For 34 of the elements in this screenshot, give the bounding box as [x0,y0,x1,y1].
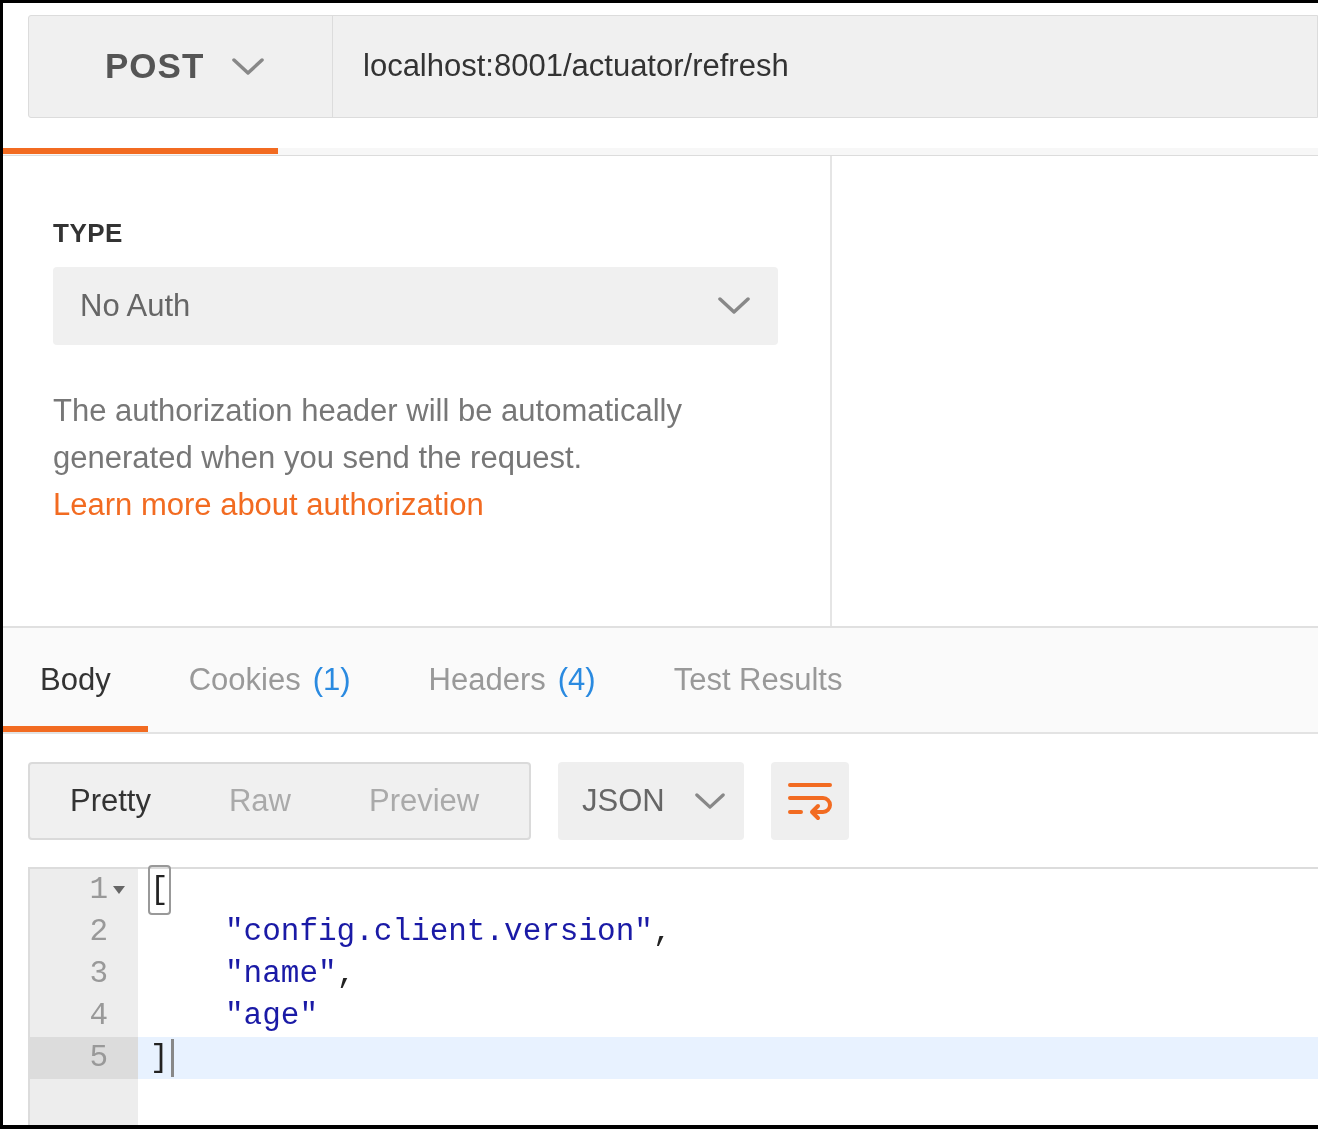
line-number: 1 [89,870,108,909]
fold-arrow-icon[interactable] [113,886,125,894]
bracket-token: , [336,954,356,993]
text-cursor [170,1039,174,1077]
line-number: 3 [89,954,108,993]
line-number: 4 [89,996,108,1035]
type-label: TYPE [53,217,124,250]
response-tab[interactable]: Test Results [636,628,880,732]
auth-type-dropdown[interactable]: No Auth [53,267,778,345]
view-mode-option[interactable]: Pretty [70,777,151,825]
response-tab[interactable]: Headers (4) [391,628,633,732]
chevron-down-icon [694,792,725,810]
wrap-lines-button[interactable] [771,762,849,840]
line-number: 2 [89,912,108,951]
chevron-down-icon [232,57,265,76]
bracket-token: , [652,912,672,951]
response-tab[interactable]: Cookies (1) [151,628,388,732]
line-number: 5 [89,1038,108,1077]
learn-more-link[interactable]: Learn more about authorization [53,487,484,522]
code-editor[interactable]: 1 2 3 4 5 [ "config.client.version", "name", "age" ] [28,867,1318,1125]
chevron-down-icon [718,297,750,315]
response-tab[interactable]: Body [3,628,148,732]
count-label: (4) [557,660,596,699]
method-dropdown[interactable]: POST [29,16,333,117]
wrap-lines-icon [787,781,833,821]
count-label: (1) [312,660,351,699]
string-token: "age" [225,996,318,1035]
string-token: "config.client.version" [225,912,653,951]
auth-description: The authorization header will be automatically generated when you send the request. Learn more about authorization [53,392,683,524]
bracket-token: ] [150,1038,169,1077]
format-dropdown[interactable]: JSON [558,762,744,840]
url-field[interactable]: localhost:8001/actuator/refresh [333,16,1317,117]
bracket-token: [ [150,866,169,914]
string-token: "name" [225,954,337,993]
